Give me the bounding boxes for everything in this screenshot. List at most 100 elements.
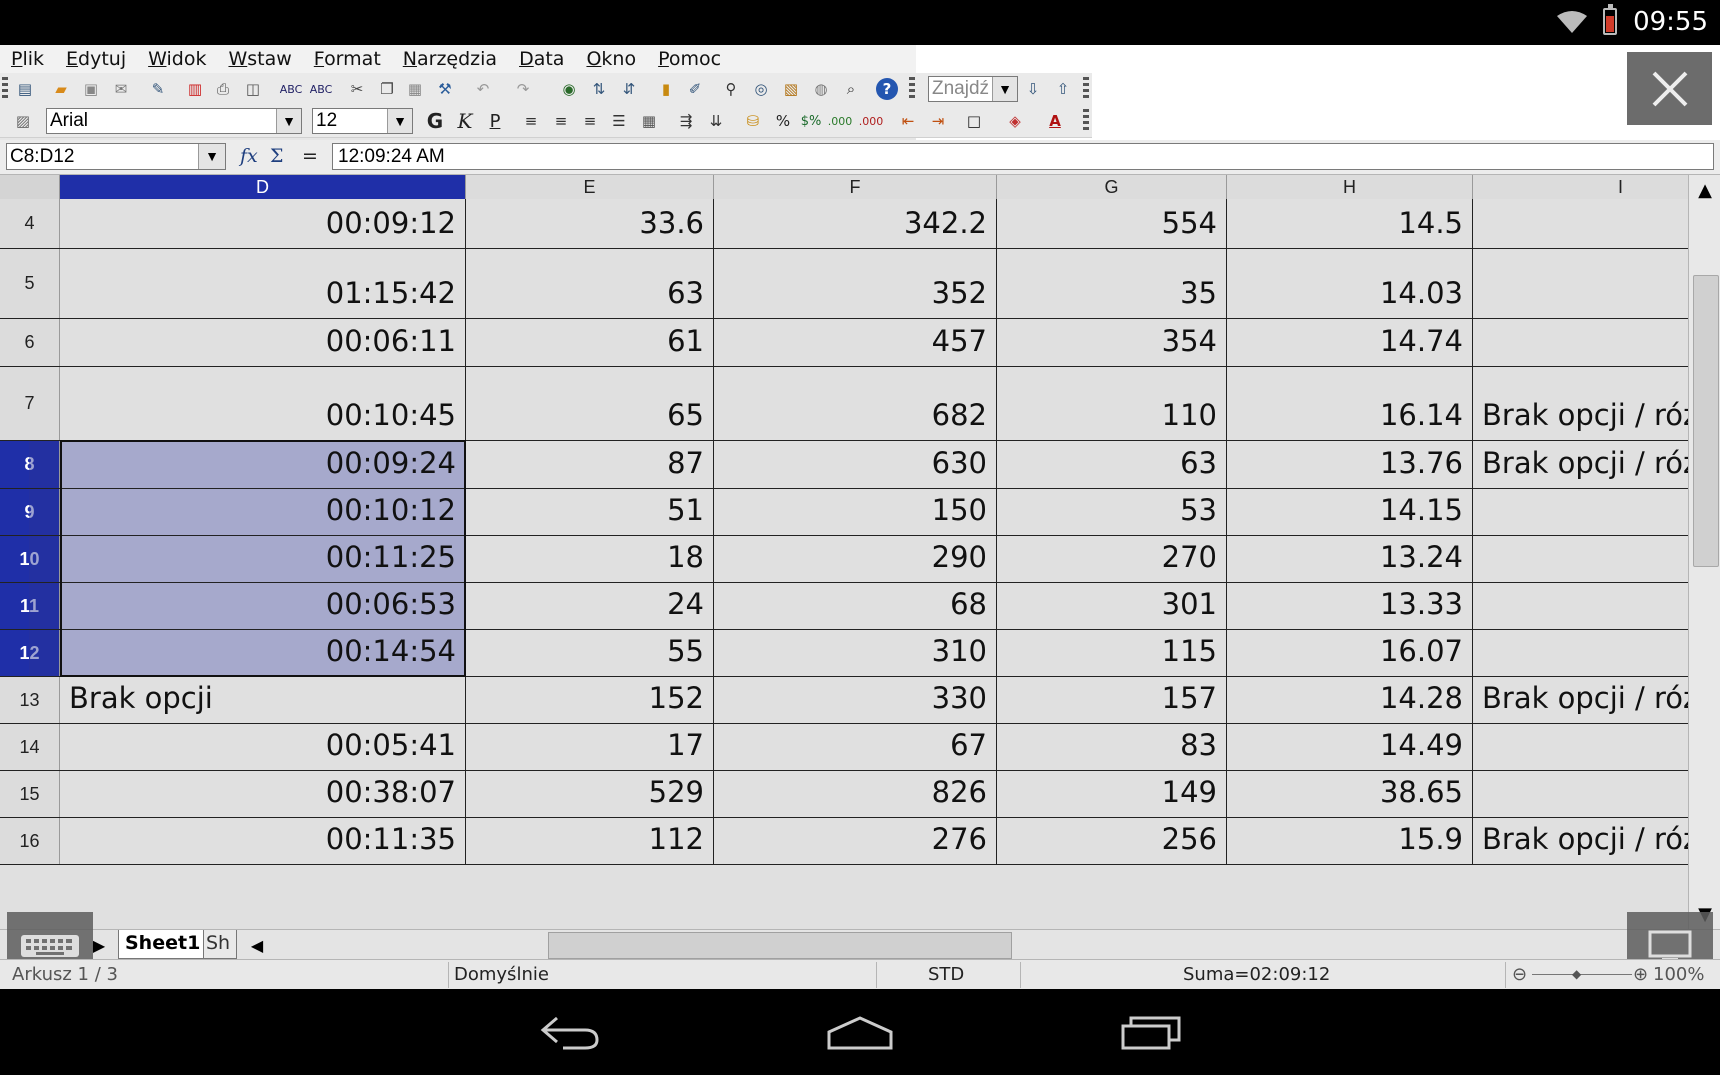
sheet-tab-sheet2[interactable]: Sh (203, 930, 237, 959)
align-center-icon[interactable]: ≡ (550, 110, 572, 132)
cell-e8[interactable]: 87 (466, 441, 714, 488)
percent-format-button[interactable]: % (772, 110, 794, 132)
cell-i5[interactable] (1473, 249, 1688, 318)
cell-i16[interactable]: Brak opcji / róż (1473, 818, 1688, 864)
column-header-f[interactable]: F (714, 175, 997, 199)
row-header[interactable]: 5 (0, 249, 60, 318)
find-input[interactable]: Znajdź ▼ (928, 76, 1018, 102)
cell-h5[interactable]: 14.03 (1227, 249, 1473, 318)
edit-file-icon[interactable]: ✎ (147, 78, 169, 100)
horizontal-scroll-thumb[interactable] (548, 932, 1012, 959)
cell-h16[interactable]: 15.9 (1227, 818, 1473, 864)
cell-g6[interactable]: 354 (997, 319, 1227, 366)
cell-e6[interactable]: 61 (466, 319, 714, 366)
row-header[interactable]: 10 (0, 536, 60, 582)
cell-e14[interactable]: 17 (466, 724, 714, 770)
cut-icon[interactable]: ✂ (346, 78, 368, 100)
currency-format-icon[interactable]: ⛁ (742, 110, 764, 132)
find-previous-arrow-icon[interactable]: ⇧ (1052, 78, 1074, 100)
scroll-thumb[interactable] (1693, 275, 1719, 567)
cell-i6[interactable] (1473, 319, 1688, 366)
sum-icon[interactable]: Σ (270, 145, 283, 167)
cell-e10[interactable]: 18 (466, 536, 714, 582)
column-header-i[interactable]: I (1473, 175, 1688, 199)
cell-g11[interactable]: 301 (997, 583, 1227, 629)
autospell-icon[interactable]: ABC (310, 78, 333, 100)
cell-h15[interactable]: 38.65 (1227, 771, 1473, 817)
gallery-icon[interactable]: ▧ (780, 78, 802, 100)
cell-i12[interactable] (1473, 630, 1688, 676)
cell-h9[interactable]: 14.15 (1227, 489, 1473, 535)
row-header[interactable]: 6 (0, 319, 60, 366)
increase-indent-icon[interactable]: ⇥ (927, 110, 949, 132)
menu-pomoc[interactable]: Pomoc (647, 48, 732, 70)
zoom-icon[interactable]: ⌕ (840, 78, 862, 100)
email-icon[interactable]: ✉ (110, 78, 132, 100)
cell-i13[interactable]: Brak opcji / róż (1473, 677, 1688, 723)
cell-i15[interactable] (1473, 771, 1688, 817)
row-header[interactable]: 9 (0, 489, 60, 535)
underline-button[interactable]: P (484, 110, 506, 132)
zoom-slider-handle[interactable]: ◆ (1572, 967, 1581, 981)
align-left-icon[interactable]: ≡ (520, 110, 542, 132)
formula-input[interactable]: 12:09:24 AM (332, 143, 1714, 170)
cell-g14[interactable]: 83 (997, 724, 1227, 770)
cell-g5[interactable]: 35 (997, 249, 1227, 318)
cell-e5[interactable]: 63 (466, 249, 714, 318)
find-next-arrow-icon[interactable]: ⇩ (1022, 78, 1044, 100)
cell-i14[interactable] (1473, 724, 1688, 770)
cell-h6[interactable]: 14.74 (1227, 319, 1473, 366)
cell-d6[interactable]: 00:06:11 (60, 319, 466, 366)
back-button[interactable] (524, 1009, 614, 1055)
cell-h12[interactable]: 16.07 (1227, 630, 1473, 676)
zoom-slider[interactable] (1532, 974, 1632, 975)
open-folder-icon[interactable]: ▰ (50, 78, 72, 100)
font-size-select[interactable]: 12 ▼ (312, 108, 413, 134)
borders-icon[interactable]: □ (963, 110, 985, 132)
font-color-icon[interactable]: A (1044, 110, 1066, 132)
cell-f4[interactable]: 342.2 (714, 199, 997, 248)
column-header-d[interactable]: D (60, 175, 466, 199)
row-header[interactable]: 15 (0, 771, 60, 817)
cell-i4[interactable] (1473, 199, 1688, 248)
cell-f14[interactable]: 67 (714, 724, 997, 770)
home-button[interactable] (815, 1009, 905, 1055)
redo-icon[interactable]: ↷ (512, 78, 534, 100)
cell-d11[interactable]: 00:06:53 (60, 583, 466, 629)
cell-f8[interactable]: 630 (714, 441, 997, 488)
chevron-down-icon[interactable]: ▼ (276, 109, 301, 133)
cell-g12[interactable]: 115 (997, 630, 1227, 676)
cell-g9[interactable]: 53 (997, 489, 1227, 535)
align-right-icon[interactable]: ≡ (579, 110, 601, 132)
column-header-h[interactable]: H (1227, 175, 1473, 199)
cell-h11[interactable]: 13.33 (1227, 583, 1473, 629)
scroll-up-icon[interactable]: ▲ (1691, 177, 1719, 203)
cell-i8[interactable]: Brak opcji / róż (1473, 441, 1688, 488)
row-header[interactable]: 12 (0, 630, 60, 676)
cell-g10[interactable]: 270 (997, 536, 1227, 582)
sort-descending-icon[interactable]: ⇵ (618, 78, 640, 100)
undo-icon[interactable]: ↶ (472, 78, 494, 100)
cell-i10[interactable] (1473, 536, 1688, 582)
cell-h4[interactable]: 14.5 (1227, 199, 1473, 248)
add-decimal-button[interactable]: .000 (828, 110, 853, 132)
cell-f13[interactable]: 330 (714, 677, 997, 723)
save-icon[interactable]: ▣ (80, 78, 102, 100)
hyperlink-icon[interactable]: ◉ (558, 78, 580, 100)
toolbar-grip[interactable] (2, 77, 8, 101)
cell-d10[interactable]: 00:11:25 (60, 536, 466, 582)
zoom-in-icon[interactable]: ⊕ (1633, 964, 1648, 985)
row-header[interactable]: 14 (0, 724, 60, 770)
cell-d9[interactable]: 00:10:12 (60, 489, 466, 535)
selection-mode[interactable]: STD (928, 964, 964, 985)
styles-icon[interactable]: ▨ (12, 110, 34, 132)
cell-f16[interactable]: 276 (714, 818, 997, 864)
cell-i7[interactable]: Brak opcji / róż (1473, 367, 1688, 440)
font-name-select[interactable]: Arial ▼ (46, 108, 302, 134)
cell-g13[interactable]: 157 (997, 677, 1227, 723)
cell-e7[interactable]: 65 (466, 367, 714, 440)
menu-plik[interactable]: Plik (0, 48, 55, 70)
cell-g16[interactable]: 256 (997, 818, 1227, 864)
recent-apps-button[interactable] (1106, 1009, 1196, 1055)
cell-h14[interactable]: 14.49 (1227, 724, 1473, 770)
